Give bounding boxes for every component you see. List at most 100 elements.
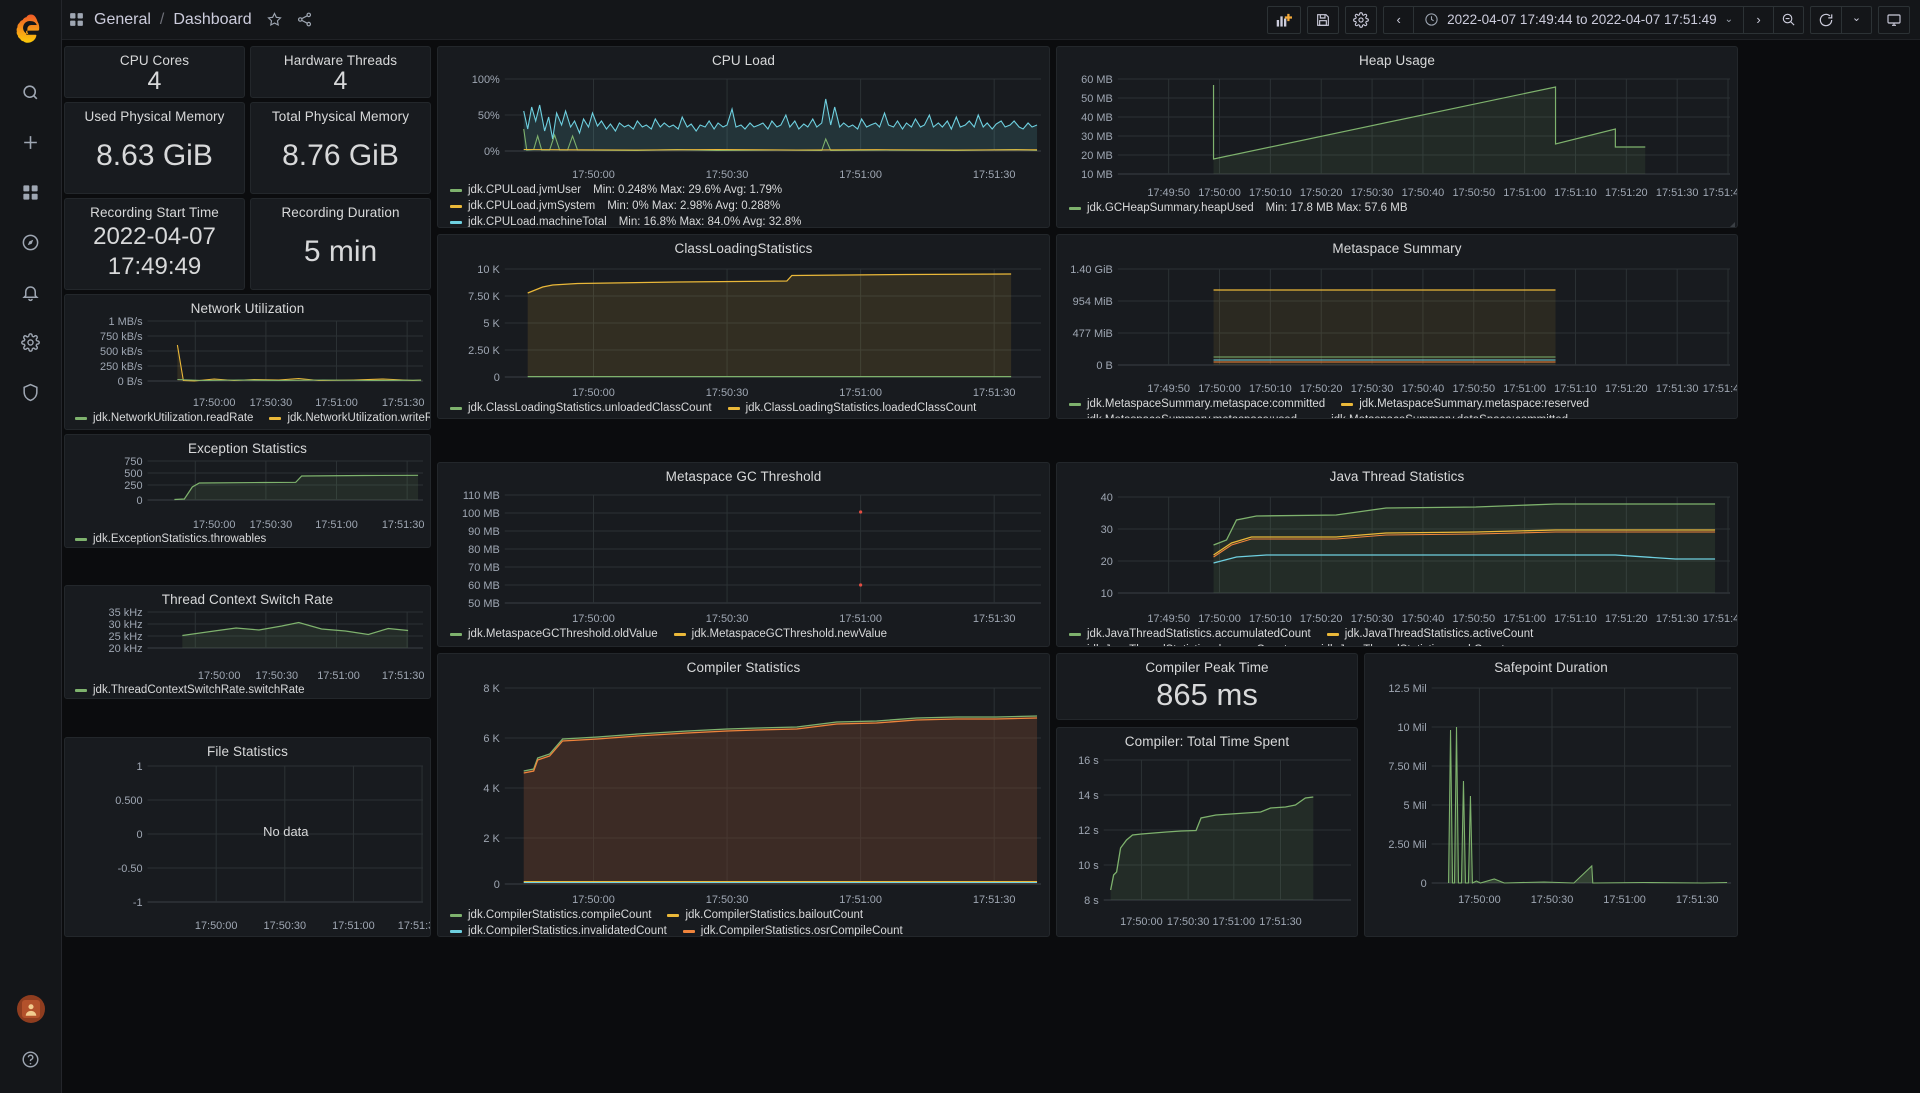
panel-cpu-cores[interactable]: CPU Cores 4 <box>64 46 245 98</box>
x-tick: 17:51:30 <box>382 397 425 409</box>
legend-item[interactable]: jdk.CPULoad.jvmSystem Min: 0% Max: 2.98%… <box>450 199 780 214</box>
save-dashboard-button[interactable] <box>1307 6 1339 34</box>
sidebar-item-server-admin[interactable] <box>9 370 53 414</box>
panel-legend: jdk.CompilerStatistics.compileCount jdk.… <box>438 908 1049 937</box>
panel-network-utilization[interactable]: Network Utilization 1 MB/s 750 kB/s 500 … <box>64 294 431 430</box>
panel-title: Compiler Statistics <box>438 654 1049 675</box>
legend-item[interactable]: jdk.MetaspaceSummary.metaspace:committed <box>1069 397 1325 412</box>
time-range-picker[interactable]: 2022-04-07 17:49:44 to 2022-04-07 17:51:… <box>1413 6 1744 34</box>
legend-label: jdk.MetaspaceSummary.metaspace:committed <box>1087 397 1325 412</box>
refresh-button[interactable] <box>1810 6 1842 34</box>
legend-item[interactable]: jdk.CPULoad.jvmUser Min: 0.248% Max: 29.… <box>450 183 782 198</box>
star-icon[interactable] <box>266 11 283 28</box>
panel-hardware-threads[interactable]: Hardware Threads 4 <box>250 46 431 98</box>
legend-item[interactable]: jdk.CPULoad.machineTotal Min: 16.8% Max:… <box>450 215 801 228</box>
panel-total-physical-memory[interactable]: Total Physical Memory 8.76 GiB <box>250 102 431 194</box>
legend-item[interactable]: jdk.CompilerStatistics.osrCompileCount <box>683 924 903 937</box>
legend-row: jdk.ExceptionStatistics.throwables <box>75 532 430 547</box>
sidebar-item-dashboards[interactable] <box>9 170 53 214</box>
panel-title: Recording Start Time <box>65 199 244 220</box>
breadcrumb-folder[interactable]: General <box>94 11 151 29</box>
zoom-out-time-range-button[interactable] <box>1773 6 1804 34</box>
legend-item[interactable]: jdk.ClassLoadingStatistics.loadedClassCo… <box>728 401 977 416</box>
y-tick: 500 kB/s <box>100 346 143 358</box>
stat-value: 865 ms <box>1057 675 1357 715</box>
cpu-load-graph: 100% 50% 0% <box>438 69 1049 167</box>
panel-compiler-total-time-spent[interactable]: Compiler: Total Time Spent 16 s 14 s 12 … <box>1056 727 1358 937</box>
legend-item[interactable]: jdk.MetaspaceSummary.metaspace:used <box>1069 413 1297 419</box>
legend-item[interactable]: jdk.ExceptionStatistics.throwables <box>75 532 266 547</box>
panel-java-thread-statistics[interactable]: Java Thread Statistics 40 30 20 10 <box>1056 462 1738 647</box>
sidebar-item-configuration[interactable] <box>9 320 53 364</box>
legend-item[interactable]: jdk.MetaspaceSummary.metaspace:reserved <box>1341 397 1589 412</box>
panel-heap-usage[interactable]: Heap Usage 60 MB 50 MB 40 MB 30 MB 20 MB… <box>1056 46 1738 228</box>
x-tick: 17:50:30 <box>1531 894 1574 906</box>
time-shift-backward-button[interactable]: ‹ <box>1383 6 1414 34</box>
share-icon[interactable] <box>296 11 313 28</box>
legend-item[interactable]: jdk.NetworkUtilization.writeRate <box>269 411 431 426</box>
panel-safepoint-duration[interactable]: Safepoint Duration 12.5 Mil 10 Mil 7.50 … <box>1364 653 1738 937</box>
panel-cpu-load[interactable]: CPU Load 100% 50% 0% <box>437 46 1050 228</box>
legend-item[interactable]: jdk.ClassLoadingStatistics.unloadedClass… <box>450 401 712 416</box>
legend-item[interactable]: jdk.CompilerStatistics.compileCount <box>450 908 651 923</box>
legend-item[interactable]: jdk.ThreadContextSwitchRate.switchRate <box>75 683 305 698</box>
panel-class-loading-statistics[interactable]: ClassLoadingStatistics 10 K 7.50 K 5 K 2… <box>437 234 1050 419</box>
plot-area: 16 s 14 s 12 s 10 s 8 s <box>1057 750 1357 914</box>
legend-item[interactable]: jdk.CompilerStatistics.bailoutCount <box>667 908 863 923</box>
legend-item[interactable]: jdk.JavaThreadStatistics.daemonCount <box>1069 643 1287 647</box>
legend-item[interactable]: jdk.MetaspaceGCThreshold.newValue <box>674 627 887 642</box>
legend-swatch <box>450 205 462 209</box>
x-tick: 17:51:30 <box>973 387 1016 399</box>
panel-exception-statistics[interactable]: Exception Statistics 750 500 250 0 <box>64 434 431 548</box>
tv-mode-button[interactable] <box>1878 6 1910 34</box>
panel-resize-handle[interactable] <box>1727 217 1735 225</box>
legend-item[interactable]: jdk.NetworkUtilization.readRate <box>75 411 253 426</box>
x-tick: 17:50:10 <box>1249 187 1292 199</box>
legend-label: jdk.GCHeapSummary.heapUsed <box>1087 201 1254 216</box>
panel-used-physical-memory[interactable]: Used Physical Memory 8.63 GiB <box>64 102 245 194</box>
x-tick: 17:50:30 <box>1351 383 1394 395</box>
sidebar-item-create[interactable] <box>9 120 53 164</box>
add-panel-button[interactable] <box>1267 6 1301 34</box>
y-tick: 0 B <box>1096 360 1112 372</box>
panel-metaspace-gc-threshold[interactable]: Metaspace GC Threshold 110 MB 100 MB 90 … <box>437 462 1050 647</box>
x-tick: 17:51:00 <box>1213 916 1255 928</box>
time-shift-forward-button[interactable]: › <box>1743 6 1774 34</box>
panel-compiler-peak-time[interactable]: Compiler Peak Time 865 ms <box>1056 653 1358 720</box>
plot-area: 100% 50% 0% <box>438 69 1049 167</box>
panel-recording-duration[interactable]: Recording Duration 5 min <box>250 198 431 290</box>
dashboard-settings-button[interactable] <box>1345 6 1377 34</box>
legend-item[interactable]: jdk.JavaThreadStatistics.activeCount <box>1327 627 1534 642</box>
avatar[interactable] <box>17 995 45 1023</box>
panel-file-statistics[interactable]: File Statistics 1 0.500 0 -0.50 -1 No da… <box>64 737 431 937</box>
panel-thread-context-switch-rate[interactable]: Thread Context Switch Rate 35 kHz 30 kHz… <box>64 585 431 699</box>
breadcrumb-dashboard[interactable]: Dashboard <box>173 11 251 29</box>
sidebar-item-help[interactable] <box>9 1037 53 1081</box>
panel-title: Exception Statistics <box>65 435 430 456</box>
panel-title: Java Thread Statistics <box>1057 463 1737 484</box>
data-point <box>859 583 862 586</box>
y-tick: 2.50 Mil <box>1388 839 1426 851</box>
legend-item[interactable]: jdk.MetaspaceSummary.dataSpace:committed <box>1313 413 1568 419</box>
sidebar-item-search[interactable] <box>9 70 53 114</box>
panel-compiler-statistics[interactable]: Compiler Statistics 8 K 6 K 4 K 2 K 0 <box>437 653 1050 937</box>
y-tick: 8 s <box>1084 895 1099 907</box>
sidebar-item-alerting[interactable] <box>9 270 53 314</box>
legend-label: jdk.JavaThreadStatistics.daemonCount <box>1087 643 1287 647</box>
y-tick: 30 MB <box>1081 131 1113 143</box>
legend-item[interactable]: jdk.JavaThreadStatistics.accumulatedCoun… <box>1069 627 1311 642</box>
legend-item[interactable]: jdk.MetaspaceGCThreshold.oldValue <box>450 627 658 642</box>
legend-label: jdk.CompilerStatistics.invalidatedCount <box>468 924 667 937</box>
legend-item[interactable]: jdk.GCHeapSummary.heapUsed Min: 17.8 MB … <box>1069 201 1408 216</box>
x-axis-labels: 17:50:00 17:50:30 17:51:00 17:51:30 <box>438 167 1049 183</box>
panel-title: Thread Context Switch Rate <box>65 586 430 607</box>
legend-item[interactable]: jdk.CompilerStatistics.invalidatedCount <box>450 924 667 937</box>
panel-recording-start-time[interactable]: Recording Start Time 2022-04-07 17:49:49 <box>64 198 245 290</box>
legend-row: jdk.ClassLoadingStatistics.unloadedClass… <box>450 401 1049 416</box>
grafana-logo-icon[interactable] <box>9 6 53 50</box>
legend-item[interactable]: jdk.JavaThreadStatistics.peakCount <box>1303 643 1504 647</box>
sidebar-item-explore[interactable] <box>9 220 53 264</box>
refresh-interval-dropdown[interactable]: ⌄ <box>1841 6 1872 34</box>
legend-row: jdk.JavaThreadStatistics.daemonCount jdk… <box>1069 643 1737 647</box>
panel-metaspace-summary[interactable]: Metaspace Summary 1.40 GiB 954 MiB 477 M… <box>1056 234 1738 419</box>
